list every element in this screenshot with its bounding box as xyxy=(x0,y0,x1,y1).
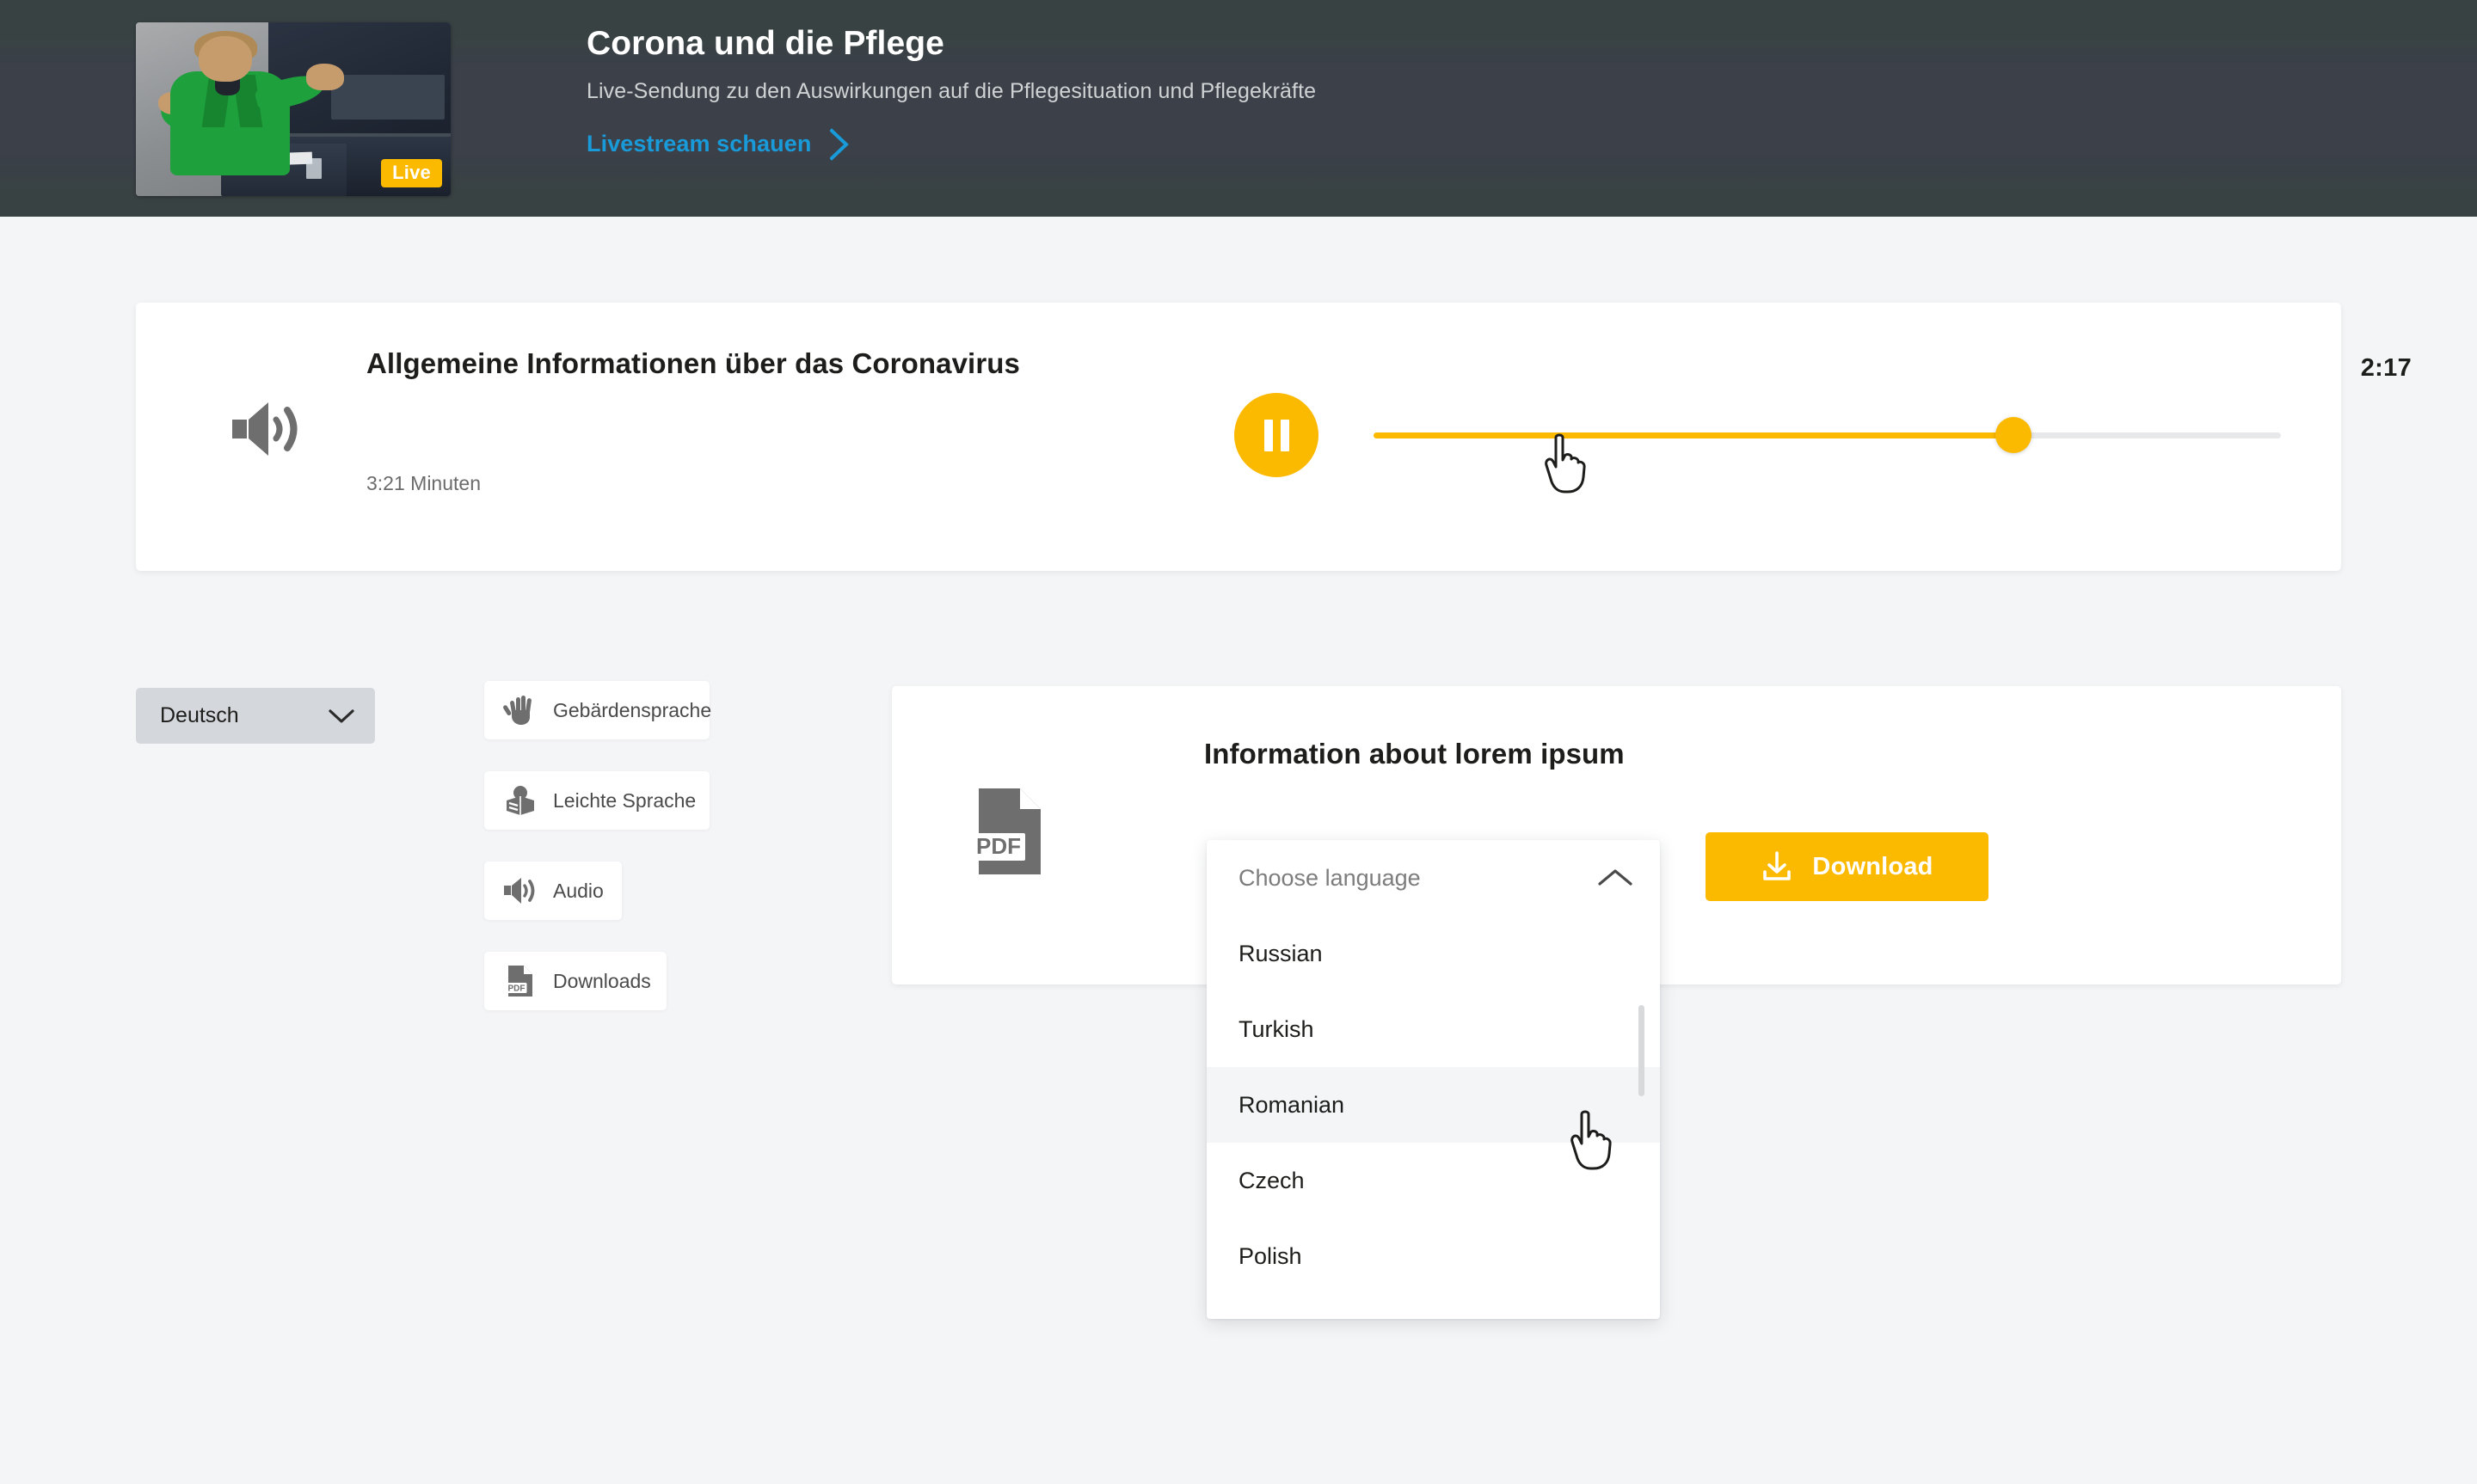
page-header: Live Corona und die Pflege Live-Sendung … xyxy=(0,0,2477,217)
pdf-label: PDF xyxy=(976,833,1021,859)
livestream-link-label: Livestream schauen xyxy=(587,131,812,157)
header-title: Corona und die Pflege xyxy=(587,25,944,62)
playback-progress-slider[interactable] xyxy=(1374,417,2281,453)
page-language-select[interactable]: Deutsch xyxy=(136,688,375,744)
livestream-thumbnail[interactable]: Live xyxy=(136,22,451,196)
livestream-link[interactable]: Livestream schauen xyxy=(587,128,1316,161)
player-title: Allgemeine Informationen über das Corona… xyxy=(366,347,1020,379)
hand-icon xyxy=(503,693,538,727)
pause-bar-right xyxy=(1280,419,1289,451)
progress-handle[interactable] xyxy=(1995,417,2031,453)
chevron-down-icon xyxy=(329,708,354,723)
progress-fill xyxy=(1374,432,2013,438)
chevron-right-icon xyxy=(830,128,850,161)
language-dropdown-toggle[interactable]: Choose language xyxy=(1207,840,1660,916)
language-option-turkish[interactable]: Turkish xyxy=(1207,991,1660,1067)
download-button-label: Download xyxy=(1812,852,1933,880)
live-badge: Live xyxy=(381,159,442,187)
sidebar-item-label: Gebärdensprache xyxy=(553,698,712,721)
header-subtitle: Live-Sendung zu den Auswirkungen auf die… xyxy=(587,78,1317,103)
dropdown-scrollbar-thumb[interactable] xyxy=(1638,1005,1644,1096)
svg-text:PDF: PDF xyxy=(508,984,526,994)
download-card-title: Information about lorem ipsum xyxy=(1204,738,1625,770)
download-icon xyxy=(1763,851,1792,880)
language-option-polish[interactable]: Polish xyxy=(1207,1218,1660,1294)
pause-button[interactable] xyxy=(1234,393,1318,477)
sidebar-item-leichte-sprache[interactable]: Leichte Sprache xyxy=(484,771,710,830)
sidebar-item-label: Downloads xyxy=(553,969,651,992)
current-time-label: 2:17 xyxy=(2360,354,2412,382)
language-option-russian[interactable]: Russian xyxy=(1207,916,1660,991)
accessibility-options-list: Gebärdensprache Leichte Sprache Audio PD… xyxy=(484,681,712,1042)
pause-bar-left xyxy=(1263,419,1273,451)
language-option-czech[interactable]: Czech xyxy=(1207,1143,1660,1218)
page-language-value: Deutsch xyxy=(160,703,239,727)
sidebar-item-label: Leichte Sprache xyxy=(553,788,697,812)
sidebar-item-label: Audio xyxy=(553,879,604,902)
pdf-file-icon: PDF xyxy=(503,964,538,998)
chevron-up-icon xyxy=(1598,869,1632,886)
language-dropdown: Choose language Russian Turkish Romanian… xyxy=(1207,840,1660,1319)
header-text-block: Corona und die Pflege Live-Sendung zu de… xyxy=(587,25,1317,161)
open-book-icon xyxy=(503,783,538,818)
pdf-file-icon: PDF xyxy=(972,788,1041,874)
sidebar-item-downloads[interactable]: PDF Downloads xyxy=(484,952,667,1010)
sidebar-item-audio[interactable]: Audio xyxy=(484,862,622,920)
language-options-list: Russian Turkish Romanian Czech Polish xyxy=(1207,916,1660,1294)
player-duration: 3:21 Minuten xyxy=(366,472,481,494)
language-option-romanian[interactable]: Romanian xyxy=(1207,1067,1660,1143)
sidebar-item-gebaerdensprache[interactable]: Gebärdensprache xyxy=(484,681,712,739)
speaker-icon xyxy=(503,874,538,908)
language-dropdown-placeholder: Choose language xyxy=(1238,864,1421,891)
speaker-icon xyxy=(232,402,298,456)
download-button[interactable]: Download xyxy=(1706,832,1988,901)
